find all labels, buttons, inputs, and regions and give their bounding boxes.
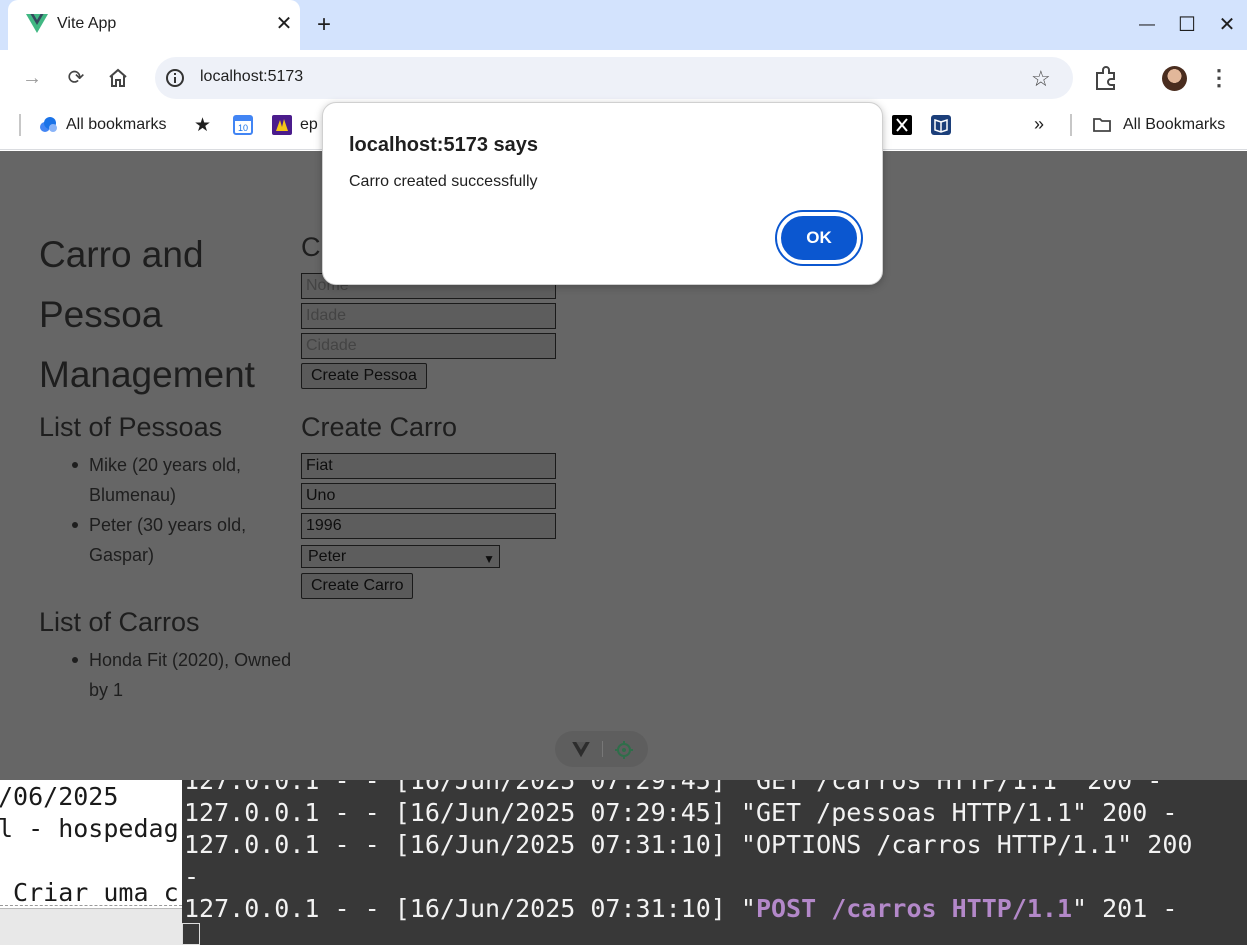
terminal-highlight: POST /carros HTTP/1.1 <box>755 894 1073 923</box>
alert-dialog: localhost:5173 says Carro created succes… <box>322 102 883 285</box>
new-tab-button[interactable]: + <box>310 11 338 39</box>
url-text: localhost:5173 <box>200 68 304 85</box>
book-icon[interactable] <box>931 115 951 135</box>
site-info-icon[interactable] <box>165 68 185 88</box>
minimize-icon[interactable]: — <box>1132 10 1162 40</box>
modelo-input[interactable]: Uno <box>301 483 556 509</box>
close-window-icon[interactable]: ✕ <box>1212 10 1242 40</box>
terminal-cursor <box>182 923 200 945</box>
cidade-input[interactable]: Cidade <box>301 333 556 359</box>
terminal-status-bar <box>0 908 182 945</box>
tab-strip: Vite App ✕ + — ☐ ✕ <box>0 0 1247 50</box>
list-item: Mike (20 years old, Blumenau) <box>89 450 241 510</box>
list-item-line: by 1 <box>89 680 124 700</box>
bookmark-star-icon[interactable]: ☆ <box>1031 66 1051 92</box>
terminal-line: 127.0.0.1 - - [16/Jun/2025 07:29:45] "GE… <box>184 780 1163 795</box>
create-carro-button[interactable]: Create Carro <box>301 573 414 599</box>
svg-text:10: 10 <box>238 123 248 133</box>
idade-input[interactable]: Idade <box>301 303 556 329</box>
marca-input[interactable]: Fiat <box>301 453 556 479</box>
bookmarks-overflow-icon[interactable]: » <box>1034 114 1044 135</box>
list-item: Peter (30 years old, Gaspar) <box>89 510 246 570</box>
bookmark-star-icon[interactable]: ★ <box>194 114 211 137</box>
terminal-line: 127.0.0.1 - - [16/Jun/2025 07:31:10] "OP… <box>184 830 1193 859</box>
terminal-left[interactable]: /06/2025 l - hospedag Criar uma c <box>0 780 182 945</box>
bookmark-all-bookmarks[interactable]: All bookmarks <box>66 116 166 134</box>
terminal-divider <box>0 905 182 906</box>
list-item-line: Blumenau) <box>89 485 177 505</box>
terminal-text: 127.0.0.1 - - [16/Jun/2025 07:31:10] " <box>184 894 756 923</box>
vue-devtools-icon[interactable] <box>572 742 590 758</box>
x-logo-icon[interactable] <box>892 115 912 135</box>
bookmark-all-bookmarks-folder[interactable]: All Bookmarks <box>1123 116 1225 134</box>
folder-icon <box>1093 118 1111 132</box>
bookmark-ep[interactable]: ep <box>300 116 318 134</box>
list-item-line: Peter (30 years old, <box>89 515 247 535</box>
pessoas-heading: List of Pessoas <box>39 412 223 442</box>
extensions-icon[interactable] <box>1093 65 1119 91</box>
carros-heading: List of Carros <box>39 607 200 637</box>
terminal-text: " 201 - <box>1072 894 1178 923</box>
owner-select-value: Peter <box>308 548 347 565</box>
create-carro-heading: Create Carro <box>301 412 458 442</box>
dialog-message: Carro created successfully <box>349 173 538 190</box>
browser-toolbar: → ⟳ localhost:5173 ☆ ⋮ <box>0 50 1247 106</box>
forward-arrow-icon[interactable]: → <box>18 64 46 92</box>
calendar-icon[interactable]: 10 <box>233 115 253 135</box>
bullet <box>72 657 78 663</box>
devtools-divider <box>602 741 603 757</box>
ano-input[interactable]: 1996 <box>301 513 556 539</box>
create-pessoa-button[interactable]: Create Pessoa <box>301 363 427 389</box>
epic-favicon-icon[interactable] <box>272 115 292 135</box>
tab-close-icon[interactable]: ✕ <box>272 12 296 36</box>
terminal-line: l - hospedag <box>0 814 179 843</box>
address-bar[interactable]: localhost:5173 ☆ <box>155 57 1073 99</box>
maximize-icon[interactable]: ☐ <box>1172 10 1202 40</box>
title-line: Pessoa <box>39 294 163 335</box>
inspect-target-icon[interactable] <box>615 741 633 759</box>
vue-devtools-toggle[interactable] <box>555 731 648 767</box>
reload-icon[interactable]: ⟳ <box>62 64 90 92</box>
bookmark-separator <box>1070 114 1072 136</box>
terminal-line: /06/2025 <box>0 782 119 811</box>
terminal-line: 127.0.0.1 - - [16/Jun/2025 07:29:45] "GE… <box>184 798 1178 827</box>
terminal-line: Criar uma c <box>0 878 179 907</box>
title-line: Carro and <box>39 234 204 275</box>
vue-logo-icon <box>26 14 48 33</box>
chevron-down-icon: ▼ <box>483 552 495 566</box>
bookmark-separator <box>19 114 21 136</box>
dialog-title: localhost:5173 says <box>349 134 538 156</box>
list-item-line: Mike (20 years old, <box>89 455 242 475</box>
profile-avatar[interactable] <box>1162 66 1187 91</box>
create-pessoa-heading: C <box>301 232 321 262</box>
owner-select[interactable]: Peter ▼ <box>301 545 500 568</box>
page-title: Carro and Pessoa Management <box>39 225 279 405</box>
terminal-right[interactable]: 127.0.0.1 - - [16/Jun/2025 07:29:45] "GE… <box>182 780 1247 945</box>
terminal-line-post: 127.0.0.1 - - [16/Jun/2025 07:31:10] "PO… <box>184 894 1177 923</box>
tab-title: Vite App <box>57 15 117 32</box>
list-item-line: Gaspar) <box>89 545 155 565</box>
browser-window: Vite App ✕ + — ☐ ✕ → ⟳ localhost:5173 ☆ <box>0 0 1247 780</box>
ok-button[interactable]: OK <box>777 212 861 264</box>
title-line: Management <box>39 354 255 395</box>
list-item-line: Honda Fit (2020), Owned <box>89 650 292 670</box>
list-item: Honda Fit (2020), Owned by 1 <box>89 645 291 705</box>
bullet <box>72 522 78 528</box>
bullet <box>72 462 78 468</box>
home-icon[interactable] <box>108 68 128 88</box>
tab-vite-app[interactable]: Vite App ✕ <box>8 0 300 50</box>
all-bookmarks-cloud-icon <box>40 117 57 132</box>
terminal-line: - <box>184 862 200 891</box>
more-menu-icon[interactable]: ⋮ <box>1205 64 1233 92</box>
